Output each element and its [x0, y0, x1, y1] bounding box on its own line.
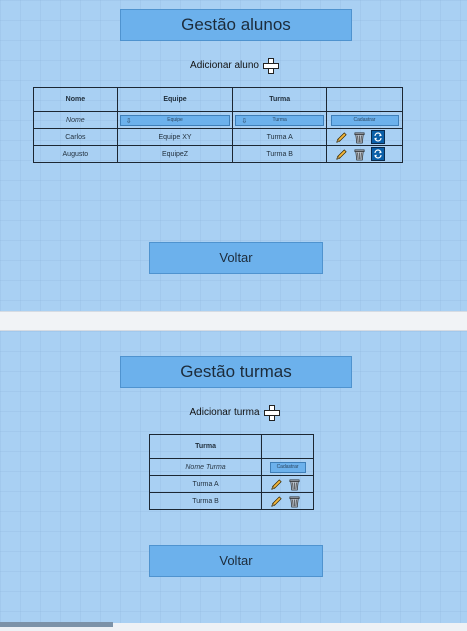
classes-back-button[interactable]: Voltar: [149, 545, 323, 577]
header-nome: Nome: [33, 87, 118, 112]
trash-icon[interactable]: [288, 478, 301, 491]
header-turma: Turma: [148, 434, 263, 459]
table-row: Carlos Equipe XY Turma A: [33, 128, 403, 146]
students-header-row: Nome Equipe Turma: [33, 87, 403, 112]
arrow-icon: ⇩: [241, 117, 248, 125]
student-team: EquipeZ: [116, 145, 234, 163]
header-actions: [261, 434, 314, 459]
trash-icon[interactable]: [353, 148, 366, 161]
student-form-row: Nome ⇩ Equipe ⇩ Turma Cadastrar: [33, 111, 403, 129]
add-class-row[interactable]: Adicionar turma: [0, 402, 467, 422]
add-student-label: Adicionar aluno: [190, 59, 259, 71]
classes-title: Gestão turmas: [120, 356, 352, 388]
students-title: Gestão alunos: [120, 9, 352, 41]
pencil-icon[interactable]: [270, 495, 283, 508]
arrow-icon: ⇩: [125, 117, 132, 125]
sync-icon[interactable]: [371, 147, 385, 161]
plus-icon[interactable]: [262, 58, 279, 74]
header-equipe: Equipe: [116, 87, 234, 112]
class-select-label: Turma: [272, 116, 287, 123]
header-turma: Turma: [232, 87, 327, 112]
class-name: Turma B: [148, 492, 263, 510]
add-class-label: Adicionar turma: [189, 406, 260, 418]
class-submit-button[interactable]: Cadastrar: [269, 461, 306, 473]
classes-panel: Gestão turmas Adicionar turma Turma Nome…: [0, 331, 467, 623]
pencil-icon[interactable]: [270, 478, 283, 491]
pencil-icon[interactable]: [335, 131, 348, 144]
class-name-input[interactable]: Nome Turma: [148, 458, 263, 476]
student-name: Carlos: [33, 128, 118, 146]
student-submit-button[interactable]: Cadastrar: [330, 114, 399, 126]
table-row: Augusto EquipeZ Turma B: [33, 145, 403, 163]
student-class: Turma A: [232, 128, 327, 146]
student-name-input[interactable]: Nome: [33, 111, 118, 129]
horizontal-scrollbar[interactable]: [0, 622, 113, 627]
table-row: Turma B: [148, 492, 314, 510]
student-name: Augusto: [33, 145, 118, 163]
section-divider: [0, 311, 467, 331]
header-actions: [326, 87, 403, 112]
classes-header-row: Turma: [148, 434, 314, 459]
class-name: Turma A: [148, 475, 263, 493]
team-select[interactable]: ⇩ Equipe: [119, 114, 231, 126]
student-class: Turma B: [232, 145, 327, 163]
class-form-row: Nome Turma Cadastrar: [148, 458, 314, 476]
students-back-button[interactable]: Voltar: [149, 242, 323, 274]
classes-table: Turma Nome Turma Cadastrar Turma A Turma…: [148, 434, 314, 510]
plus-icon[interactable]: [263, 405, 280, 421]
team-select-label: Equipe: [167, 116, 183, 123]
add-student-row[interactable]: Adicionar aluno: [0, 55, 467, 75]
class-select[interactable]: ⇩ Turma: [235, 114, 324, 126]
table-row: Turma A: [148, 475, 314, 493]
students-panel: Gestão alunos Adicionar aluno Nome Equip…: [0, 0, 467, 311]
student-team: Equipe XY: [116, 128, 234, 146]
trash-icon[interactable]: [288, 495, 301, 508]
trash-icon[interactable]: [353, 131, 366, 144]
pencil-icon[interactable]: [335, 148, 348, 161]
sync-icon[interactable]: [371, 130, 385, 144]
students-table: Nome Equipe Turma Nome ⇩ Equipe ⇩ Turma …: [33, 87, 403, 163]
